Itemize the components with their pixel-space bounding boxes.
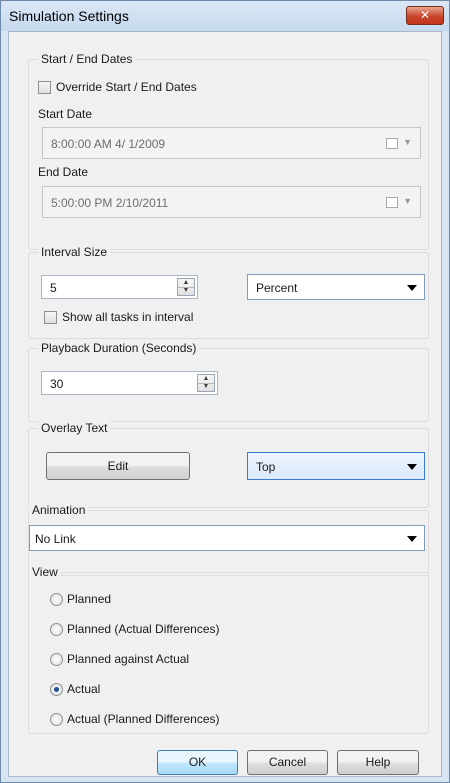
spin-buttons[interactable]: ▲ ▼ [177, 278, 195, 296]
playback-duration-value: 30 [50, 377, 64, 391]
overlay-position-value: Top [256, 460, 276, 474]
close-button[interactable]: ✕ [406, 6, 444, 25]
calendar-icon[interactable] [386, 197, 398, 208]
start-date-value: 8:00:00 AM 4/ 1/2009 [51, 137, 166, 151]
cancel-button[interactable]: Cancel [247, 750, 328, 775]
dialog-title: Simulation Settings [9, 8, 129, 24]
radio-planned-against-actual-label: Planned against Actual [67, 652, 190, 666]
spin-down-icon[interactable]: ▼ [178, 287, 194, 295]
radio-planned[interactable] [50, 593, 63, 606]
radio-actual-planned-differences[interactable] [50, 713, 63, 726]
show-all-tasks-label: Show all tasks in interval [62, 310, 194, 324]
radio-actual-label: Actual [67, 682, 101, 696]
playback-duration-stepper[interactable]: 30 ▲ ▼ [41, 371, 218, 395]
view-group: View Planned Planned (Actual Differences… [28, 565, 429, 734]
interval-size-group: Interval Size 5 ▲ ▼ Percent Show all tas… [28, 245, 429, 339]
override-dates-checkbox[interactable] [38, 81, 51, 94]
interval-size-legend: Interval Size [38, 245, 111, 259]
calendar-icon[interactable] [386, 138, 398, 149]
animation-group: Animation No Link [28, 503, 429, 576]
dialog-window: Simulation Settings ✕ Start / End Dates … [0, 0, 450, 783]
help-button[interactable]: Help [337, 750, 419, 775]
start-end-dates-legend: Start / End Dates [38, 52, 136, 66]
override-dates-label: Override Start / End Dates [56, 80, 197, 94]
interval-size-value: 5 [50, 281, 57, 295]
radio-planned-actual-differences[interactable] [50, 623, 63, 636]
radio-planned-actual-differences-label: Planned (Actual Differences) [67, 622, 220, 636]
animation-value: No Link [35, 532, 76, 546]
overlay-text-group: Overlay Text Edit Top [28, 421, 429, 508]
start-date-label: Start Date [38, 107, 93, 121]
start-date-picker[interactable]: 8:00:00 AM 4/ 1/2009 ▼ [42, 127, 421, 159]
animation-select[interactable]: No Link [29, 525, 425, 551]
dropdown-arrow-icon[interactable] [407, 536, 417, 542]
radio-actual-planned-differences-label: Actual (Planned Differences) [67, 712, 220, 726]
interval-unit-value: Percent [256, 281, 298, 295]
end-date-picker[interactable]: 5:00:00 PM 2/10/2011 ▼ [42, 186, 421, 218]
show-all-tasks-checkbox[interactable] [44, 311, 57, 324]
overlay-position-select[interactable]: Top [247, 452, 425, 480]
dialog-body: Start / End Dates Override Start / End D… [8, 31, 442, 777]
radio-planned-label: Planned [67, 592, 112, 606]
dropdown-arrow-icon[interactable] [407, 285, 417, 291]
spin-down-icon[interactable]: ▼ [198, 383, 214, 391]
chevron-down-icon[interactable]: ▼ [403, 137, 412, 147]
end-date-value: 5:00:00 PM 2/10/2011 [51, 196, 169, 210]
playback-duration-legend: Playback Duration (Seconds) [38, 341, 200, 355]
radio-actual[interactable] [50, 683, 63, 696]
overlay-text-legend: Overlay Text [38, 421, 111, 435]
edit-overlay-button[interactable]: Edit [46, 452, 190, 480]
view-legend: View [29, 565, 61, 579]
ok-button[interactable]: OK [157, 750, 238, 775]
start-end-dates-group: Start / End Dates Override Start / End D… [28, 52, 429, 250]
end-date-label: End Date [38, 165, 89, 179]
interval-unit-select[interactable]: Percent [247, 274, 425, 300]
title-bar[interactable]: Simulation Settings ✕ [1, 1, 449, 31]
close-icon: ✕ [419, 8, 431, 22]
spin-buttons[interactable]: ▲ ▼ [197, 374, 215, 392]
dropdown-arrow-icon[interactable] [407, 464, 417, 470]
chevron-down-icon[interactable]: ▼ [403, 196, 412, 206]
animation-legend: Animation [29, 503, 89, 517]
radio-planned-against-actual[interactable] [50, 653, 63, 666]
interval-size-stepper[interactable]: 5 ▲ ▼ [41, 275, 198, 299]
playback-duration-group: Playback Duration (Seconds) 30 ▲ ▼ [28, 341, 429, 422]
